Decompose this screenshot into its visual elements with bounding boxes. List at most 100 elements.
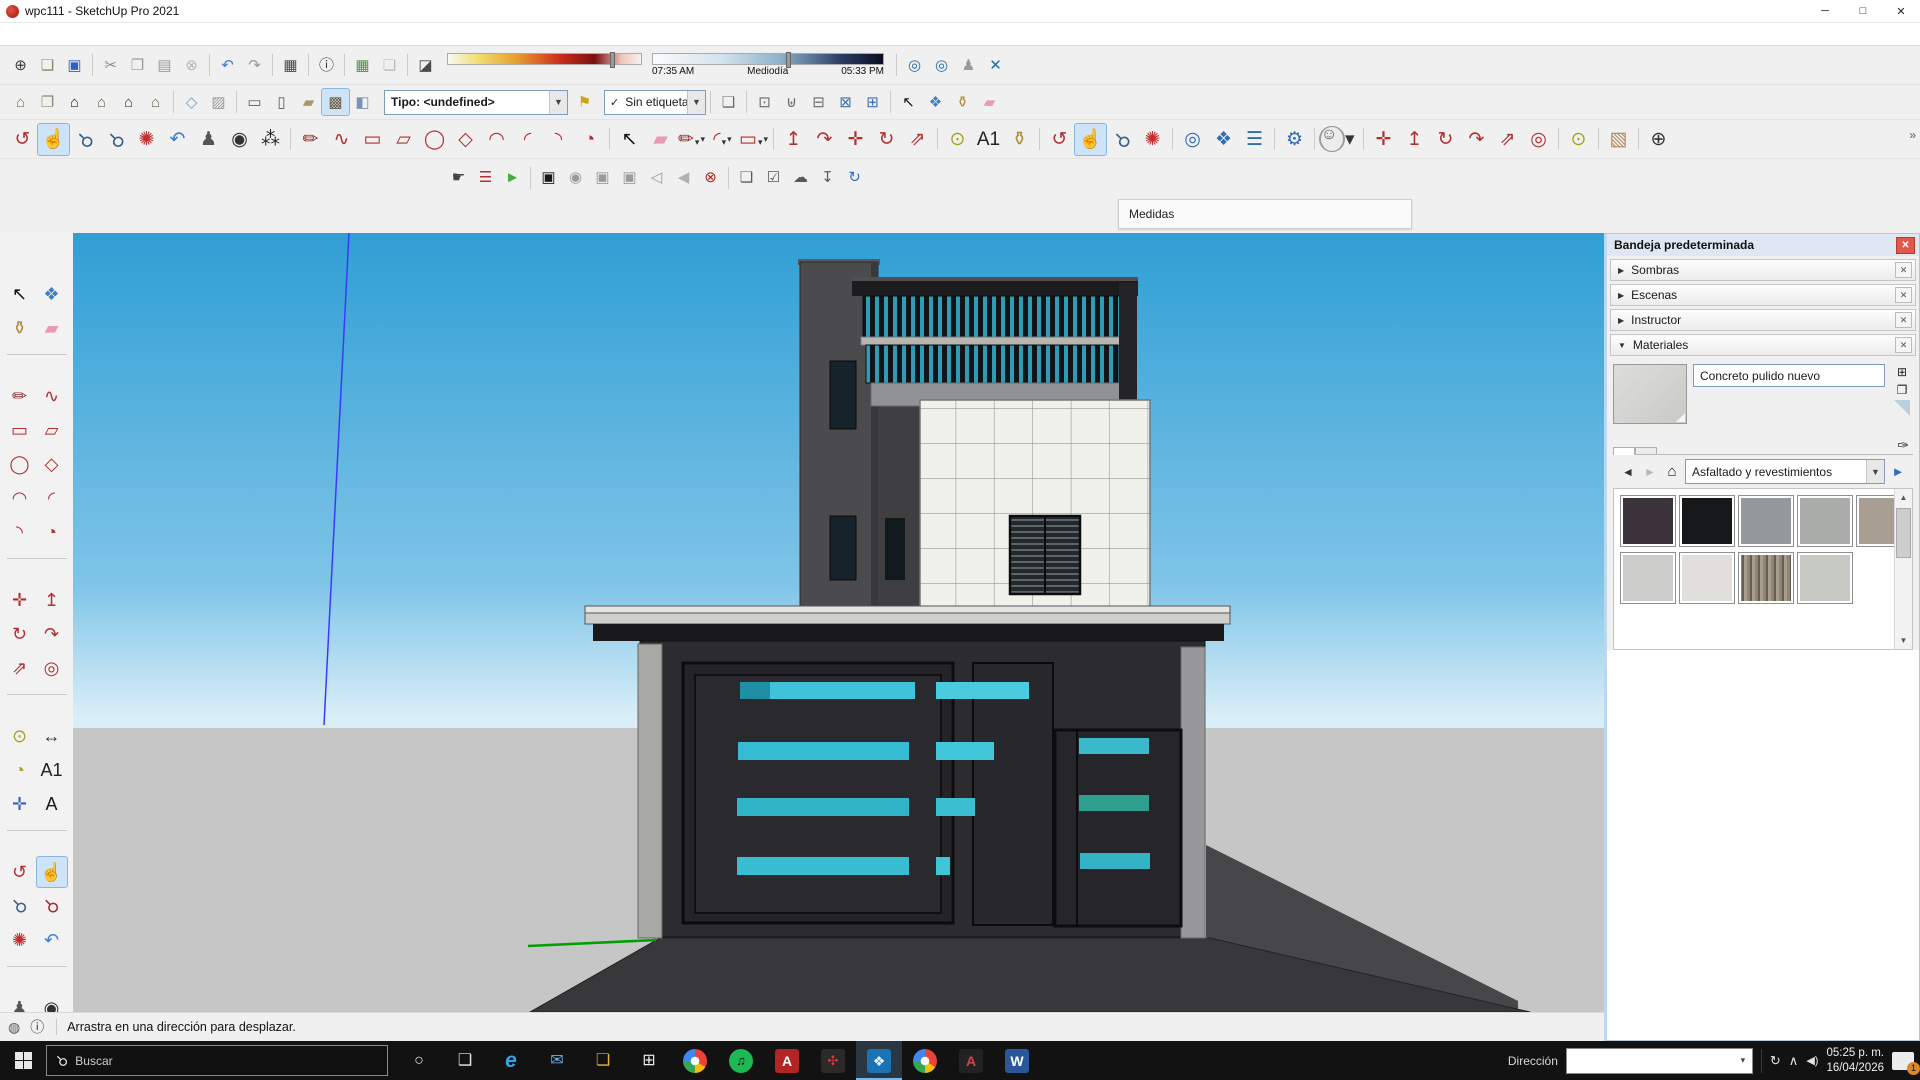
3d-text-tool[interactable]: A <box>37 789 67 819</box>
pie-tool-button[interactable]: ◔ <box>574 124 605 155</box>
rotate-tool[interactable]: ↻ <box>5 619 35 649</box>
text-tool[interactable]: A1 <box>37 755 67 785</box>
arc-tool[interactable]: ◠ <box>5 483 35 513</box>
tray-section-row[interactable]: ▶ Sombras ✕ <box>1610 259 1916 281</box>
show-hidden-icons-chevron[interactable]: ∧ <box>1789 1053 1799 1069</box>
three-point-arc-tool[interactable]: ◝ <box>5 517 35 547</box>
tape-measure-button[interactable]: ⊙ <box>942 124 973 155</box>
make-component-tool[interactable]: ❖ <box>37 279 67 309</box>
shadow-time-slider[interactable]: 07:35 AM Mediodía 05:33 PM <box>652 53 884 77</box>
offset-tool[interactable]: ◎ <box>37 653 67 683</box>
zoom-tool[interactable]: ⚲ <box>5 891 35 921</box>
material-swatch-concrete-light[interactable] <box>1620 552 1676 604</box>
rotate-button-2[interactable]: ↻ <box>1430 124 1461 155</box>
follow-me-button[interactable]: ↷ <box>809 124 840 155</box>
measurements-toolbar[interactable]: Medidas <box>1118 199 1412 229</box>
scale-button-2[interactable]: ⇗ <box>1492 124 1523 155</box>
chrome-icon[interactable] <box>672 1041 718 1080</box>
orbit-tool[interactable]: ↺ <box>5 857 35 887</box>
spotify-icon[interactable]: ♫ <box>718 1041 764 1080</box>
scroll-up-icon[interactable]: ▲ <box>1895 489 1912 506</box>
material-preview-thumbnail[interactable] <box>1613 364 1687 424</box>
tape-measure-button-2[interactable]: ⊙ <box>1563 124 1594 155</box>
tray-section-row[interactable]: ▶ Instructor ✕ <box>1610 309 1916 331</box>
protractor-tool[interactable]: ◔ <box>5 755 35 785</box>
offset-button[interactable]: ◎ <box>1523 124 1554 155</box>
close-button[interactable]: ✕ <box>1882 0 1920 22</box>
validate-check-button[interactable]: ☑ <box>760 165 787 191</box>
add-imagery-button[interactable]: ◎ <box>928 52 955 78</box>
polygon-tool-button[interactable]: ◇ <box>450 124 481 155</box>
style-shaded-button[interactable]: ▰ <box>295 89 322 115</box>
cortana-icon[interactable]: ○ <box>396 1041 442 1080</box>
import-terrain-button[interactable]: ❏ <box>376 52 403 78</box>
home-button[interactable]: ⌂ <box>1663 463 1681 481</box>
polygon-tool[interactable]: ◇ <box>37 449 67 479</box>
zoom-extents-button-2[interactable]: ✺ <box>1137 124 1168 155</box>
freehand-tool[interactable]: ∿ <box>37 381 67 411</box>
cloud-upload-button[interactable]: ☁ <box>787 165 814 191</box>
new-button[interactable]: ⊕ <box>7 52 34 78</box>
two-point-arc-button[interactable]: ◜ <box>512 124 543 155</box>
line-menu-button[interactable]: ✏ <box>676 124 707 155</box>
zoom-button-2[interactable]: ⚲ <box>1106 124 1137 155</box>
open-button[interactable]: ❏ <box>34 52 61 78</box>
three-point-arc-button[interactable]: ◝ <box>543 124 574 155</box>
tag-dropdown[interactable]: ✓ Sin etiqueta ▼ <box>604 90 706 115</box>
toggle-terrain-button[interactable]: ♟ <box>955 52 982 78</box>
solid-trim-button[interactable]: ⊠ <box>832 89 859 115</box>
style-hidden-line-button[interactable]: ▯ <box>268 89 295 115</box>
material-swatch-gray[interactable] <box>1738 495 1794 547</box>
section-close-icon[interactable]: ✕ <box>1895 287 1912 303</box>
pan-button-2[interactable]: ☝ <box>1075 124 1106 155</box>
tape-measure-tool[interactable]: ⊙ <box>5 721 35 751</box>
date-slider-handle[interactable] <box>610 52 615 68</box>
rotated-rectangle-button[interactable]: ▱ <box>388 124 419 155</box>
axes-compass-button[interactable]: ⊕ <box>1643 124 1674 155</box>
delete-button[interactable]: ⊗ <box>178 52 205 78</box>
orbit-button[interactable]: ↺ <box>7 124 38 155</box>
share-model-button[interactable]: ☰ <box>1239 124 1270 155</box>
style-shaded-textures-button[interactable]: ▩ <box>322 89 349 115</box>
material-swatch-black[interactable] <box>1679 495 1735 547</box>
push-pull-button[interactable]: ↥ <box>778 124 809 155</box>
previous-view-button[interactable]: ↶ <box>162 124 193 155</box>
geolocation-status-icon[interactable]: ◍ <box>8 1019 20 1036</box>
line-tool-button[interactable]: ✏ <box>295 124 326 155</box>
pie-tool[interactable]: ◔ <box>37 517 67 547</box>
paste-button[interactable]: ▤ <box>151 52 178 78</box>
tray-close-button[interactable]: ✕ <box>1896 237 1915 254</box>
copy-button[interactable]: ❐ <box>124 52 151 78</box>
clear-location-button[interactable]: ✕ <box>982 52 1009 78</box>
taskbar-search-input[interactable]: ⚲ Buscar <box>46 1045 388 1076</box>
frustum-lines-button[interactable]: ◁ <box>643 165 670 191</box>
material-swatch-off-white[interactable] <box>1679 552 1735 604</box>
sample-paint-swatch[interactable] <box>1894 400 1910 416</box>
back-button[interactable]: ◄ <box>1619 463 1637 481</box>
address-input[interactable]: ▾ <box>1566 1048 1753 1074</box>
position-camera-button[interactable]: ♟ <box>193 124 224 155</box>
warehouse-button[interactable]: ❖ <box>1208 124 1239 155</box>
camera-pan-button[interactable]: ▣ <box>616 165 643 191</box>
save-button[interactable]: ▣ <box>61 52 88 78</box>
red-a-app-icon[interactable]: A <box>764 1041 810 1080</box>
solid-intersect-button[interactable]: ⊡ <box>751 89 778 115</box>
eraser-tool-button[interactable]: ▰ <box>976 89 1003 115</box>
speaker-icon[interactable]: ◀) <box>1806 1054 1818 1067</box>
store-icon[interactable]: ⊞ <box>626 1041 672 1080</box>
account-menu-button[interactable]: ▾ <box>1345 124 1359 155</box>
notification-center-icon[interactable]: 1 <box>1892 1052 1914 1070</box>
time-slider-handle[interactable] <box>786 52 791 68</box>
redo-button[interactable]: ↷ <box>241 52 268 78</box>
entity-info-button[interactable]: ☰ <box>472 165 499 191</box>
presentation-hand-button[interactable]: ☛ <box>445 165 472 191</box>
camera-dolly-button[interactable]: ▣ <box>589 165 616 191</box>
material-swatch-striped[interactable] <box>1738 552 1794 604</box>
material-swatch-concrete-pale[interactable] <box>1797 552 1853 604</box>
line-tool[interactable]: ✏ <box>5 381 35 411</box>
material-collection-dropdown[interactable]: Asfaltado y revestimientos ▼ <box>1685 459 1885 484</box>
model-viewport[interactable] <box>73 233 1604 1012</box>
rotate-button[interactable]: ↻ <box>871 124 902 155</box>
mail-icon[interactable]: ✉ <box>534 1041 580 1080</box>
create-material-button[interactable]: ⊞ <box>1893 364 1911 380</box>
